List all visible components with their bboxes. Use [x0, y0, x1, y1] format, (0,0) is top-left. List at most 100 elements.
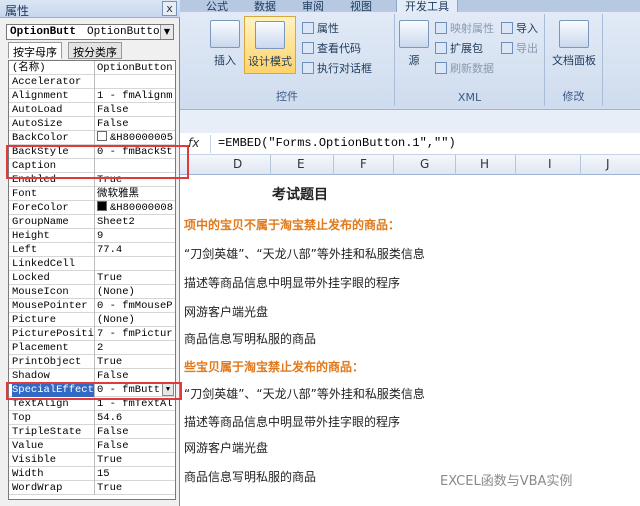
column-header-g[interactable]: G [420, 157, 429, 171]
property-row[interactable]: Accelerator [9, 75, 175, 89]
column-header-i[interactable]: I [548, 157, 552, 171]
property-row[interactable]: BackColor &H80000005 [9, 131, 175, 145]
property-value[interactable]: 77.4 [97, 243, 175, 257]
property-row[interactable]: Placement 2 [9, 341, 175, 355]
properties-button[interactable]: 属性 [302, 20, 339, 36]
question-2-heading: 些宝贝属于淘宝禁止发布的商品： [184, 360, 365, 374]
property-row[interactable]: Alignment 1 - fmAlignm [9, 89, 175, 103]
property-grid[interactable]: (名称) OptionButton Accelerator Alignment 1 - … [8, 60, 176, 500]
property-value[interactable]: 7 - fmPictur [97, 327, 175, 341]
property-value[interactable]: True [97, 453, 175, 467]
property-row[interactable]: MousePointer 0 - fmMouseP [9, 299, 175, 313]
col-divider [270, 155, 271, 175]
tab-data[interactable]: 数据 [254, 0, 276, 14]
property-value[interactable]: False [97, 425, 175, 439]
column-header-h[interactable]: H [480, 157, 489, 171]
export-button[interactable]: 导出 [501, 40, 538, 56]
property-row[interactable]: AutoSize False [9, 117, 175, 131]
property-value[interactable]: True [97, 271, 175, 285]
property-value[interactable]: 15 [97, 467, 175, 481]
property-value[interactable]: False [97, 369, 175, 383]
column-header-j[interactable]: J [606, 157, 610, 171]
fx-icon[interactable]: fx [188, 136, 199, 150]
property-row[interactable]: Locked True [9, 271, 175, 285]
property-value[interactable]: 微软雅黑 [97, 187, 175, 201]
tab-review[interactable]: 审阅 [302, 0, 324, 14]
property-name: Visible [12, 454, 57, 466]
close-icon[interactable]: x [162, 1, 177, 16]
property-divider [94, 117, 95, 131]
property-row[interactable]: MouseIcon (None) [9, 285, 175, 299]
property-value-text: False [97, 426, 129, 438]
column-header-d[interactable]: D [233, 157, 242, 171]
import-button[interactable]: 导入 [501, 20, 538, 36]
property-value[interactable]: True [97, 355, 175, 369]
properties-title-bar: 属性 x [0, 0, 180, 18]
column-header-f[interactable]: F [360, 157, 367, 171]
property-value-text: False [97, 118, 129, 130]
chevron-down-icon[interactable]: ▼ [160, 25, 173, 39]
design-mode-button[interactable]: 设计模式 [244, 16, 296, 74]
property-row[interactable]: Width 15 [9, 467, 175, 481]
property-name: (名称) [12, 62, 46, 74]
property-row[interactable]: GroupName Sheet2 [9, 215, 175, 229]
property-value[interactable]: (None) [97, 285, 175, 299]
formula-input[interactable]: =EMBED("Forms.OptionButton.1","") [218, 136, 456, 150]
property-value[interactable]: &H80000008 [97, 201, 175, 215]
expansion-pack-button[interactable]: 扩展包 [435, 40, 483, 56]
property-row[interactable]: AutoLoad False [9, 103, 175, 117]
property-value[interactable]: 0 - fmMouseP [97, 299, 175, 313]
view-code-button[interactable]: 查看代码 [302, 40, 361, 56]
property-row[interactable]: Font 微软雅黑 [9, 187, 175, 201]
property-value[interactable]: (None) [97, 313, 175, 327]
sheet-title: 考试题目 [272, 187, 328, 203]
source-icon [399, 20, 429, 48]
property-value[interactable]: 9 [97, 229, 175, 243]
worksheet[interactable]: 考试题目 项中的宝贝不属于淘宝禁止发布的商品： “刀剑英雄”、“天龙八部”等外挂… [180, 175, 640, 506]
col-divider [580, 155, 581, 175]
property-value[interactable]: 1 - fmAlignm [97, 89, 175, 103]
property-value[interactable]: False [97, 439, 175, 453]
property-row[interactable]: Left 77.4 [9, 243, 175, 257]
property-value[interactable]: False [97, 117, 175, 131]
property-row[interactable]: Picture (None) [9, 313, 175, 327]
property-divider [94, 369, 95, 383]
property-row[interactable]: ForeColor &H80000008 [9, 201, 175, 215]
property-value[interactable]: True [97, 481, 175, 495]
object-selector[interactable]: OptionButt OptionButto ▼ [6, 24, 174, 40]
modify-group: 文档面板 修改 [545, 14, 603, 106]
property-row[interactable]: PicturePositi 7 - fmPictur [9, 327, 175, 341]
document-panel-button[interactable]: 文档面板 [547, 20, 601, 68]
property-row[interactable]: WordWrap True [9, 481, 175, 495]
run-dialog-button[interactable]: 执行对话框 [302, 60, 372, 76]
property-divider [94, 75, 95, 89]
property-row[interactable]: Visible True [9, 453, 175, 467]
property-value[interactable]: Sheet2 [97, 215, 175, 229]
property-row[interactable]: TripleState False [9, 425, 175, 439]
property-row[interactable]: (名称) OptionButton [9, 61, 175, 75]
property-divider [94, 187, 95, 201]
insert-control-button[interactable]: 插入 [208, 20, 242, 68]
map-properties-button[interactable]: 映射属性 [435, 20, 494, 36]
property-row[interactable]: PrintObject True [9, 355, 175, 369]
object-type: OptionButto [87, 26, 160, 38]
source-button[interactable]: 源 [399, 20, 429, 68]
property-row[interactable]: LinkedCell [9, 257, 175, 271]
property-row[interactable]: Height 9 [9, 229, 175, 243]
property-row[interactable]: Top 54.6 [9, 411, 175, 425]
property-value[interactable]: False [97, 103, 175, 117]
property-row[interactable]: Shadow False [9, 369, 175, 383]
property-row[interactable]: Value False [9, 439, 175, 453]
column-header-e[interactable]: E [297, 157, 305, 171]
property-value[interactable]: 2 [97, 341, 175, 355]
tab-formulas[interactable]: 公式 [206, 0, 228, 14]
property-value[interactable]: OptionButton [97, 61, 175, 75]
property-value[interactable]: 54.6 [97, 411, 175, 425]
modify-group-label: 修改 [562, 90, 585, 103]
property-value[interactable]: &H80000005 [97, 131, 175, 145]
tab-developer[interactable]: 开发工具 [396, 0, 458, 13]
refresh-data-button[interactable]: 刷新数据 [435, 60, 494, 76]
tab-alphabetic[interactable]: 按字母序 [8, 42, 62, 59]
tab-view[interactable]: 视图 [350, 0, 372, 14]
tab-categorized[interactable]: 按分类序 [68, 42, 122, 59]
